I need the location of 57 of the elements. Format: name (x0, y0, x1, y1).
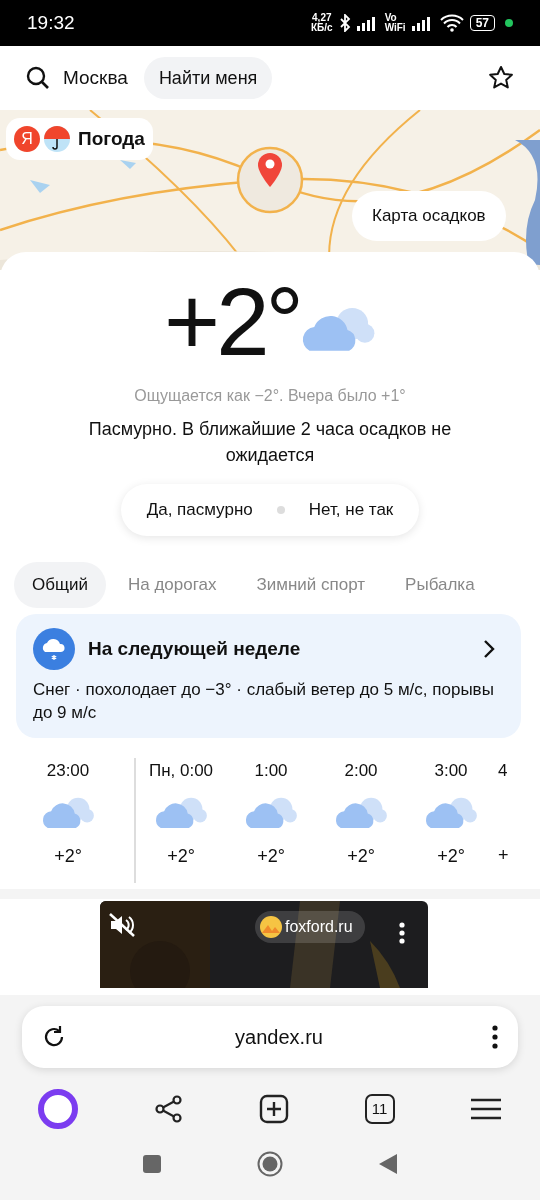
new-tab-icon[interactable] (259, 1094, 289, 1124)
hour-temperature: +2° (257, 844, 285, 868)
network-speed: 4,27 КБ/с (311, 13, 333, 33)
wifi-icon (439, 14, 464, 32)
hour-temperature: +2° (437, 844, 465, 868)
source-chip[interactable]: foxford.ru (255, 911, 365, 943)
snow-cloud-icon (33, 628, 75, 670)
forecast-text: Снег · похолодает до −3° · слабый ветер до 5 м/с, порывы до 9 м/с (33, 679, 495, 724)
source-label: foxford.ru (285, 917, 353, 937)
hour-label: 23:00 (46, 760, 90, 782)
hour-label: 3:00 (434, 760, 468, 782)
logo-text: Погода (78, 126, 145, 151)
forecast-title: На следующей неделе (88, 636, 301, 661)
forecast-card[interactable]: На следующей неделе Снег · похолодает до −3° · слабый ветер до 5 м/с, порывы до 9 м/с (16, 614, 521, 738)
feedback-option[interactable]: Нет, не так (296, 497, 406, 523)
home-icon[interactable] (257, 1151, 283, 1177)
hour-temperature: +2° (167, 844, 195, 868)
menu-icon[interactable] (470, 1097, 502, 1121)
precipitation-map-button[interactable]: Карта осадков (352, 191, 506, 241)
hour-temperature: +2° (54, 844, 82, 868)
hour-label: 2:00 (344, 760, 378, 782)
brand-logo: Я (14, 126, 40, 152)
weather-description: Пасмурно. В ближайшие 2 часа осадков не ожидается (87, 418, 453, 467)
star-icon[interactable] (488, 65, 514, 91)
category-tab[interactable]: На дорогах (109, 562, 235, 608)
find-me-button[interactable]: Найти меня (143, 57, 273, 99)
back-icon[interactable] (378, 1153, 398, 1175)
bluetooth-icon (338, 14, 351, 32)
current-temperature: +2° (164, 272, 300, 372)
hour-label: 1:00 (254, 760, 288, 782)
search-icon[interactable] (26, 66, 50, 90)
more-icon[interactable] (399, 922, 405, 944)
chevron-right-icon (482, 639, 496, 659)
more-icon[interactable] (492, 1025, 498, 1049)
city-name[interactable]: Москва (63, 63, 128, 93)
hour-label: 4 (498, 760, 508, 782)
category-tab[interactable]: Зимний спорт (238, 562, 384, 608)
source-logo-icon (259, 915, 283, 939)
hour-label: Пн, 0:00 (148, 760, 214, 782)
category-tab[interactable]: Рыбалка (387, 562, 493, 608)
url-text: yandex.ru (235, 1025, 323, 1050)
recents-icon[interactable] (142, 1154, 162, 1174)
hour-temperature: +2° (347, 844, 375, 868)
feels-like-text: Ощущается как −2°. Вчера было +1° (134, 386, 406, 406)
battery-indicator: 57 (469, 15, 495, 31)
hour-temperature: + (498, 844, 509, 867)
tabs-count-button[interactable]: 11 (364, 1094, 395, 1124)
share-icon[interactable] (153, 1094, 184, 1124)
category-tab[interactable]: Общий (14, 562, 106, 608)
reload-icon[interactable] (42, 1025, 66, 1049)
vowifi-label: Vo WiFi (384, 13, 406, 33)
assistant-icon[interactable] (38, 1089, 78, 1129)
status-time: 19:32 (27, 10, 75, 35)
location-pin-icon (257, 152, 283, 188)
feedback-option[interactable]: Да, пасмурно (134, 497, 265, 523)
address-bar[interactable]: yandex.ru (22, 1006, 518, 1068)
umbrella-icon (44, 126, 70, 152)
